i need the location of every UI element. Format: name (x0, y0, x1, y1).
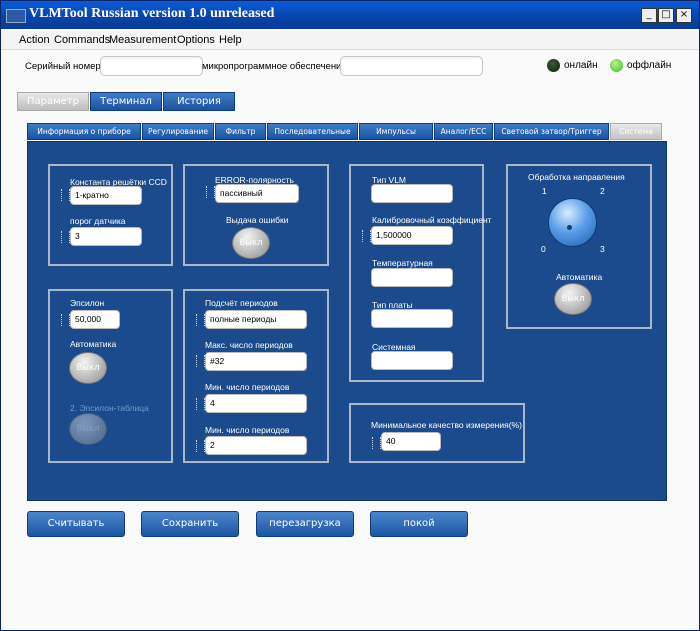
direction-auto-button[interactable]: Выкл (554, 283, 592, 315)
error-polarity-field[interactable]: пассивный (215, 184, 299, 203)
system-field[interactable] (371, 351, 453, 370)
menu-help[interactable]: Help (219, 34, 242, 46)
firmware-field[interactable] (340, 56, 483, 76)
direction-auto-label: Автоматика (556, 272, 603, 282)
error-output-button[interactable]: Выкл (232, 227, 270, 259)
drag-handle-icon (196, 355, 205, 367)
min-periods-label: Мин. число периодов (205, 382, 290, 392)
serial-field[interactable] (100, 56, 203, 76)
direction-title: Обработка направления (528, 172, 625, 182)
epsilon-auto-button[interactable]: Выкл (69, 352, 107, 384)
drag-handle-icon (362, 230, 371, 242)
drag-handle-icon (196, 398, 205, 410)
offline-indicator-icon (610, 59, 623, 72)
online-label: онлайн (564, 60, 598, 71)
count-periods-label: Подсчёт периодов (205, 298, 278, 308)
grating-field[interactable]: 1-кратно (70, 186, 142, 205)
max-periods-label: Макс. число периодов (205, 340, 293, 350)
serial-label: Серийный номер (25, 61, 101, 72)
knob-marker (567, 225, 572, 230)
temperature-label: Температурная (372, 258, 433, 268)
calibration-label: Калибровочный коэффициент (372, 215, 492, 225)
subtab-filter[interactable]: Фильтр (215, 123, 266, 140)
min-periods-field[interactable]: 4 (205, 394, 307, 413)
app-window: VLMTool Russian version 1.0 unreleased _… (0, 0, 700, 631)
temperature-field[interactable] (371, 268, 453, 287)
quality-field[interactable]: 40 (381, 432, 441, 451)
minimize-icon[interactable]: _ (641, 8, 657, 23)
read-button[interactable]: Считывать (27, 511, 125, 537)
menu-options[interactable]: Options (177, 34, 215, 46)
menu-commands[interactable]: Commands (54, 34, 110, 46)
subtab-regulation[interactable]: Регулирование (142, 123, 214, 140)
min-periods-field-2[interactable]: 2 (205, 436, 307, 455)
restart-button[interactable]: перезагрузка (256, 511, 354, 537)
epsilon-label: Эпсилон (70, 298, 105, 308)
system-panel: Константа решётки CCD 1-кратно порог дат… (27, 141, 667, 501)
count-periods-field[interactable]: полные периоды (205, 310, 307, 329)
epsilon-auto-label: Автоматика (70, 339, 117, 349)
error-output-label: Выдача ошибки (226, 215, 289, 225)
min-periods-label-2: Мин. число периодов (205, 425, 290, 435)
subtab-device-info[interactable]: Информация о приборе (27, 123, 141, 140)
menu-bar: Action Commands Measurement Options Help (1, 31, 699, 50)
online-indicator-icon (547, 59, 560, 72)
subtab-light-trigger[interactable]: Световой затвор/Триггер (494, 123, 609, 140)
close-icon[interactable]: × (676, 8, 692, 23)
window-title: VLMTool Russian version 1.0 unreleased (29, 6, 275, 21)
threshold-field[interactable]: 3 (70, 227, 142, 246)
max-periods-field[interactable]: #32 (205, 352, 307, 371)
save-button[interactable]: Сохранить (141, 511, 239, 537)
menu-measurement[interactable]: Measurement (109, 34, 176, 46)
board-type-field[interactable] (371, 309, 453, 328)
threshold-label: порог датчика (70, 216, 126, 226)
vlm-type-field[interactable] (371, 184, 453, 203)
tab-parameter[interactable]: Параметр (17, 92, 89, 111)
direction-knob-icon[interactable] (548, 198, 597, 247)
calibration-field[interactable]: 1,500000 (371, 226, 453, 245)
dial-tick-1: 1 (542, 186, 547, 196)
subtab-pulses[interactable]: Импульсы (359, 123, 433, 140)
epsilon-table-label: 2. Эпсилон-таблица (70, 403, 149, 413)
epsilon-field[interactable]: 50,000 (70, 310, 120, 329)
idle-button[interactable]: покой (370, 511, 468, 537)
subtab-analog-ecc[interactable]: Аналог/ЕСС (434, 123, 493, 140)
subtab-system[interactable]: Система (610, 123, 662, 140)
dial-tick-3: 3 (600, 244, 605, 254)
dial-tick-2: 2 (600, 186, 605, 196)
dial-tick-0: 0 (541, 244, 546, 254)
quality-label: Минимальное качество измерения(%) (371, 420, 522, 430)
menu-action[interactable]: Action (19, 34, 50, 46)
drag-handle-icon (61, 231, 70, 243)
drag-handle-icon (61, 189, 70, 201)
title-bar: VLMTool Russian version 1.0 unreleased _… (1, 1, 699, 29)
drag-handle-icon (372, 437, 381, 449)
drag-handle-icon (196, 440, 205, 452)
drag-handle-icon (206, 186, 215, 198)
firmware-label: микропрограммное обеспечение (202, 61, 347, 72)
drag-handle-icon (196, 314, 205, 326)
epsilon-table-button[interactable]: Выкл (69, 413, 107, 445)
app-icon (6, 9, 26, 23)
tab-terminal[interactable]: Терминал (90, 92, 162, 111)
tab-history[interactable]: История (163, 92, 235, 111)
offline-label: оффлайн (627, 60, 672, 71)
subtab-serial[interactable]: Последовательные (267, 123, 358, 140)
drag-handle-icon (61, 314, 70, 326)
top-bar: Серийный номер микропрограммное обеспече… (1, 51, 699, 83)
maximize-icon[interactable]: □ (658, 8, 674, 23)
